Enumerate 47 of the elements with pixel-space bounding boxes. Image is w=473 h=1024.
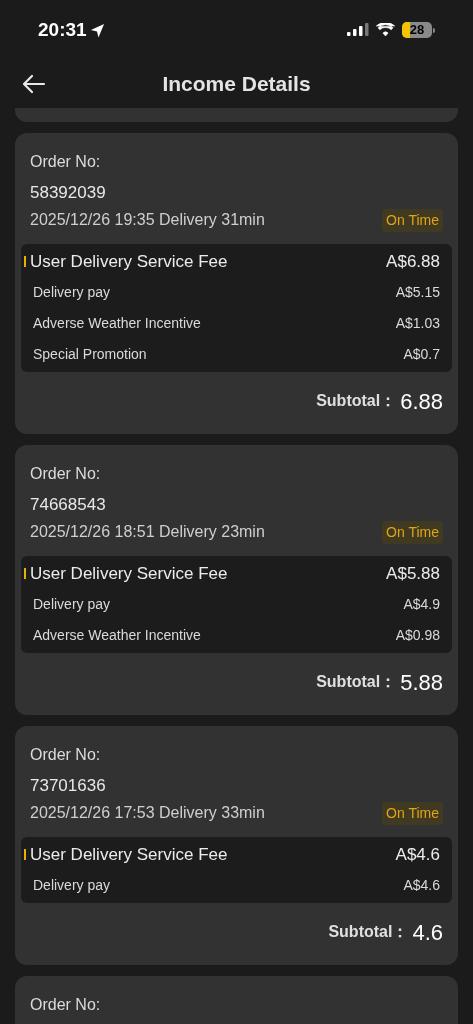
order-number: 74668543 — [30, 494, 107, 516]
order-label: Order No: — [30, 995, 102, 1015]
wifi-icon — [376, 23, 395, 37]
fee-amount: A$0.7 — [403, 345, 440, 364]
order-time-text: 2025/12/26 19:35 Delivery 31min — [30, 210, 265, 230]
fee-name: User Delivery Service Fee — [30, 250, 228, 273]
status-badge: On Time — [382, 801, 443, 825]
location-arrow-icon — [89, 22, 105, 38]
order-number: 58392039 — [30, 182, 107, 204]
subtotal-value: 4.6 — [412, 918, 443, 947]
fee-name: User Delivery Service Fee — [30, 843, 228, 866]
fee-amount: A$5.88 — [386, 562, 440, 585]
subtotal-label: Subtotal： — [316, 391, 397, 411]
fee-amount: A$4.9 — [403, 595, 440, 614]
fee-name: Delivery pay — [33, 876, 111, 895]
signal-icon — [347, 23, 369, 37]
order-label: Order No: — [30, 152, 102, 172]
order-number: 73701636 — [30, 775, 107, 797]
order-label: Order No: — [30, 464, 102, 484]
fee-amount: A$4.6 — [395, 843, 440, 866]
fee-name: Adverse Weather Incentive — [33, 626, 201, 645]
marker-bar-icon — [24, 849, 26, 860]
marker-bar-icon — [24, 568, 26, 579]
fee-amount: A$5.15 — [395, 283, 440, 302]
fee-name: User Delivery Service Fee — [30, 562, 228, 585]
order-label: Order No: — [30, 745, 102, 765]
fee-amount: A$6.88 — [386, 250, 440, 273]
subtotal-label: Subtotal： — [316, 672, 397, 692]
marker-bar-icon — [24, 256, 26, 267]
order-time-text: 2025/12/26 18:51 Delivery 23min — [30, 522, 265, 542]
page-title: Income Details — [162, 71, 311, 98]
subtotal-value: 6.88 — [400, 387, 443, 416]
battery-level-text: 28 — [408, 22, 426, 38]
status-badge: On Time — [382, 520, 443, 544]
order-time-text: 2025/12/26 17:53 Delivery 33min — [30, 803, 265, 823]
fee-name: Special Promotion — [33, 345, 147, 364]
fee-name: Delivery pay — [33, 283, 111, 302]
status-time: 20:31 — [38, 17, 87, 42]
fee-amount: A$1.03 — [395, 314, 440, 333]
fee-amount: A$4.6 — [403, 876, 440, 895]
subtotal-label: Subtotal： — [328, 922, 409, 942]
fee-name: Adverse Weather Incentive — [33, 314, 201, 333]
fee-amount: A$0.98 — [395, 626, 440, 645]
back-arrow-icon[interactable] — [22, 74, 46, 94]
fee-name: Delivery pay — [33, 595, 111, 614]
status-badge: On Time — [382, 208, 443, 232]
subtotal-value: 5.88 — [400, 668, 443, 697]
